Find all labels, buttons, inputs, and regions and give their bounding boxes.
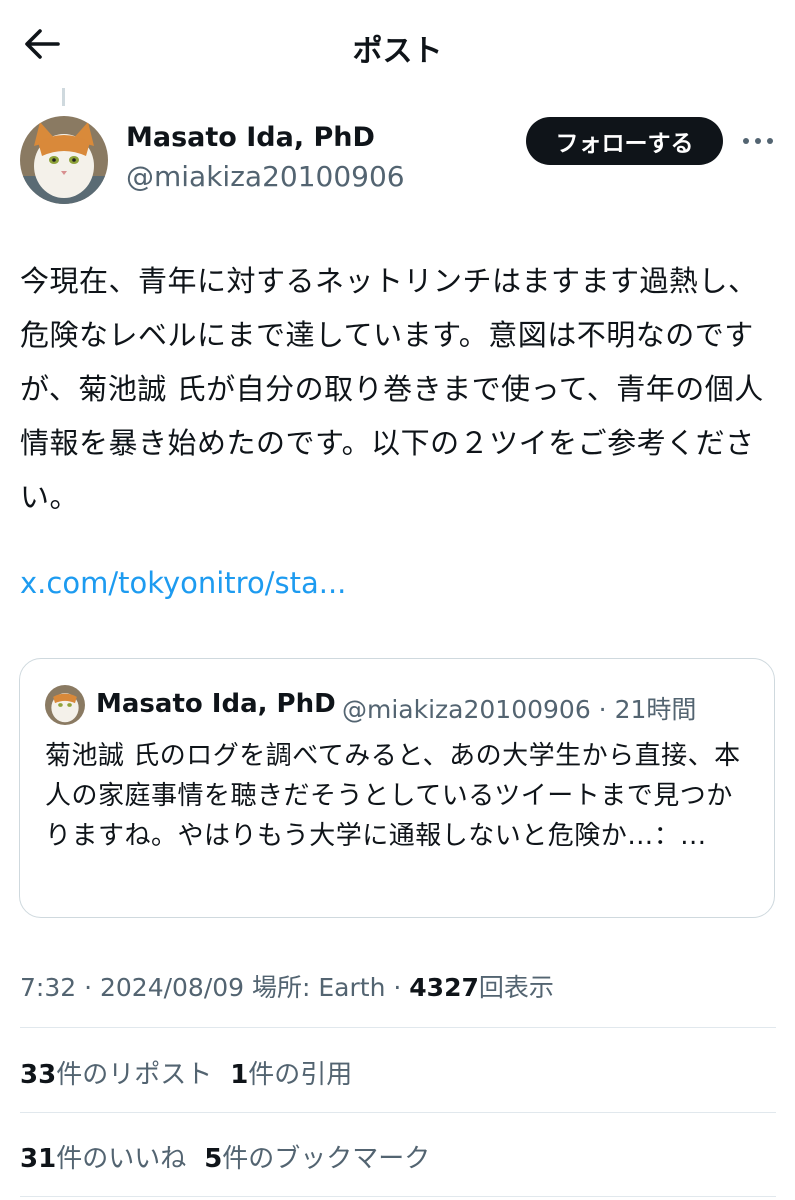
cat-avatar-image [20, 116, 108, 204]
post-meta: 7:32 · 2024/08/09 場所: Earth · 4327回表示 [20, 968, 554, 1004]
more-options-button[interactable] [740, 126, 776, 156]
author-name[interactable]: Masato Ida, PhD [126, 122, 375, 153]
quoted-handle-time: @miakiza20100906 · 21時間 [342, 695, 697, 724]
stats-row-likes: 31件のいいね 5件のブックマーク [20, 1138, 448, 1175]
divider [20, 1027, 776, 1028]
quoted-text: 菊池誠 氏のログを調べてみると、あの大学生から直接、本人の家庭事情を聴きだそうと… [45, 741, 741, 851]
post-timestamp: 7:32 · 2024/08/09 場所: Earth · [20, 973, 410, 1002]
post-link[interactable]: x.com/tokyonitro/sta... [20, 566, 346, 600]
page-title: ポスト [352, 34, 443, 69]
view-count: 4327 [409, 973, 479, 1002]
reposts-stat[interactable]: 33件のリポスト [20, 1054, 212, 1091]
avatar[interactable] [20, 116, 108, 204]
stats-row-reposts: 33件のリポスト 1件の引用 [20, 1054, 370, 1091]
divider [20, 1196, 776, 1197]
quoted-author-name: Masato Ida, PhD [96, 689, 336, 719]
divider [20, 1112, 776, 1113]
top-bar: ポスト [0, 0, 795, 90]
quoted-avatar [45, 685, 85, 725]
author-handle[interactable]: @miakiza20100906 [126, 160, 405, 193]
cat-avatar-image [45, 685, 85, 725]
bookmarks-stat[interactable]: 5件のブックマーク [204, 1138, 430, 1175]
likes-stat[interactable]: 31件のいいね [20, 1138, 186, 1175]
quotes-stat[interactable]: 1件の引用 [230, 1054, 352, 1091]
more-horizontal-icon [743, 138, 773, 144]
follow-button[interactable]: フォローする [526, 117, 723, 165]
thread-connector-line [62, 88, 65, 106]
view-label: 回表示 [478, 973, 554, 1002]
post-text: 今現在、青年に対するネットリンチはますます過熱し、危険なレベルにまで達しています… [20, 264, 764, 514]
quoted-post[interactable]: Masato Ida, PhD @miakiza20100906 · 21時間 … [19, 658, 775, 918]
